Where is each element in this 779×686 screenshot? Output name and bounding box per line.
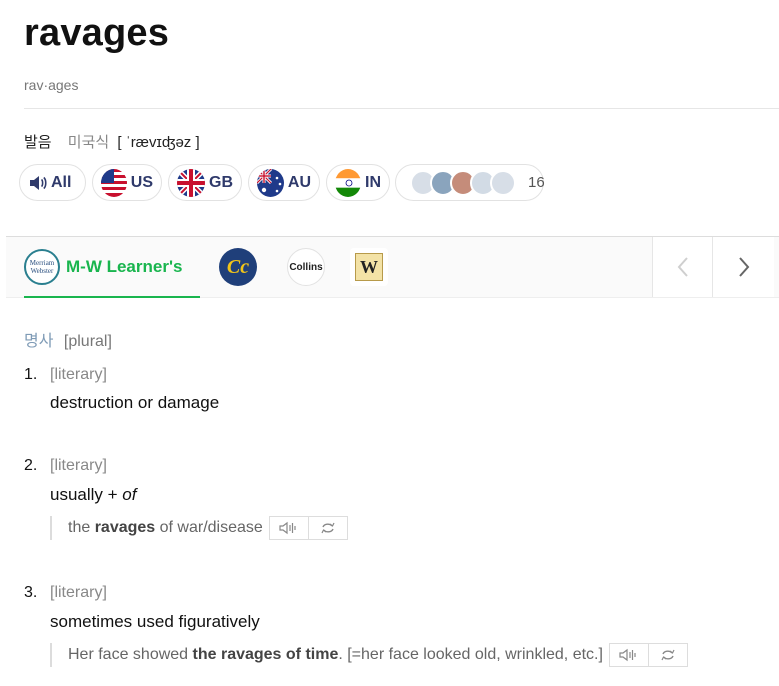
sense-text-italic: of [122,485,137,504]
prev-dictionary-button[interactable] [652,237,712,297]
sense-number: 1. [24,366,38,383]
repeat-icon [661,649,675,661]
example-post: . [=her face looked old, wrinkled, etc.] [338,646,603,663]
sense-number: 2. [24,457,38,474]
mw-logo-text: Merriam Webster [29,259,55,275]
pronunciation-region: 미국식 [67,134,110,151]
example-controls [268,516,348,540]
sense-definition: sometimes used figuratively [50,612,260,631]
entry-word: ravages [24,12,170,54]
audio-au-label: AU [287,173,311,191]
wordsmyth-logo-icon: W [355,253,383,281]
sense-definition: usually + of [50,485,136,505]
example-repeat-button[interactable] [307,517,347,539]
example-repeat-button[interactable] [647,644,687,666]
in-flag-icon [335,168,361,197]
audio-us-label: US [130,173,153,191]
syllabification: rav·ages [24,77,79,93]
tab-mw-learners-label: M-W Learner's [66,257,183,276]
speaker-icon [30,175,47,190]
avatar [490,169,516,196]
contributors-count: 16 [528,174,545,191]
audio-in-label: IN [365,173,381,191]
merriam-webster-logo-icon: Merriam Webster [24,249,60,285]
contributors-button[interactable]: 16 [395,164,545,201]
example-bold: ravages [94,519,156,536]
tab-wordsmyth[interactable]: W [350,248,388,286]
audio-gb-label: GB [209,173,233,191]
example-post: of war/disease [155,519,263,536]
pronunciation-row: 발음 미국식 [ ˈrævɪʤəz ] [24,131,200,152]
example-audio-button[interactable] [610,644,648,666]
example-sentence: Her face showed the ravages of time . [=… [50,643,688,667]
collins-logo-icon: Collins [289,261,323,273]
audio-au-button[interactable]: AU [248,164,320,201]
tab-mw-learners[interactable]: Merriam Webster M-W Learner's [24,236,182,298]
au-flag-icon [257,168,284,197]
sense-definition: destruction or damage [50,393,220,412]
next-dictionary-button[interactable] [712,237,774,297]
sense-register: [literary] [50,457,107,474]
divider [24,108,779,109]
audio-in-button[interactable]: IN [326,164,390,201]
audio-all-label: All [51,173,72,191]
gb-flag-icon [177,168,205,197]
contributor-avatars [410,169,516,196]
example-controls [608,643,688,667]
pronunciation-label: 발음 [24,134,52,151]
pos-tag: [plural] [63,333,112,350]
active-tab-underline [24,296,200,298]
example-sentence: the ravages of war/disease [50,516,348,540]
chevron-right-icon [738,257,749,277]
speaker-icon [619,648,636,662]
wordsmyth-logo-text: W [360,256,378,277]
cambridge-collins-logo-icon: Cc [226,255,250,278]
example-pre: Her face showed [68,646,193,663]
audio-gb-button[interactable]: GB [168,164,242,201]
sense-register: [literary] [50,366,107,383]
sense-number: 3. [24,584,38,601]
speaker-icon [279,521,296,535]
example-audio-button[interactable] [270,517,308,539]
pos-korean: 명사 [24,333,54,350]
audio-all-button[interactable]: All [19,164,86,201]
tab-cambridge[interactable]: Cc [219,248,257,286]
part-of-speech: 명사 [plural] [24,327,112,351]
sense-register: [literary] [50,584,107,601]
chevron-left-icon [677,257,688,277]
repeat-icon [321,522,335,534]
audio-us-button[interactable]: US [92,164,162,201]
us-flag-icon [101,168,127,197]
sense-text: usually + [50,485,123,504]
example-pre: the [68,519,95,536]
example-bold: the ravages of time [192,646,339,663]
pronunciation-ipa: [ ˈrævɪʤəz ] [117,134,200,151]
tab-collins[interactable]: Collins [287,248,325,286]
